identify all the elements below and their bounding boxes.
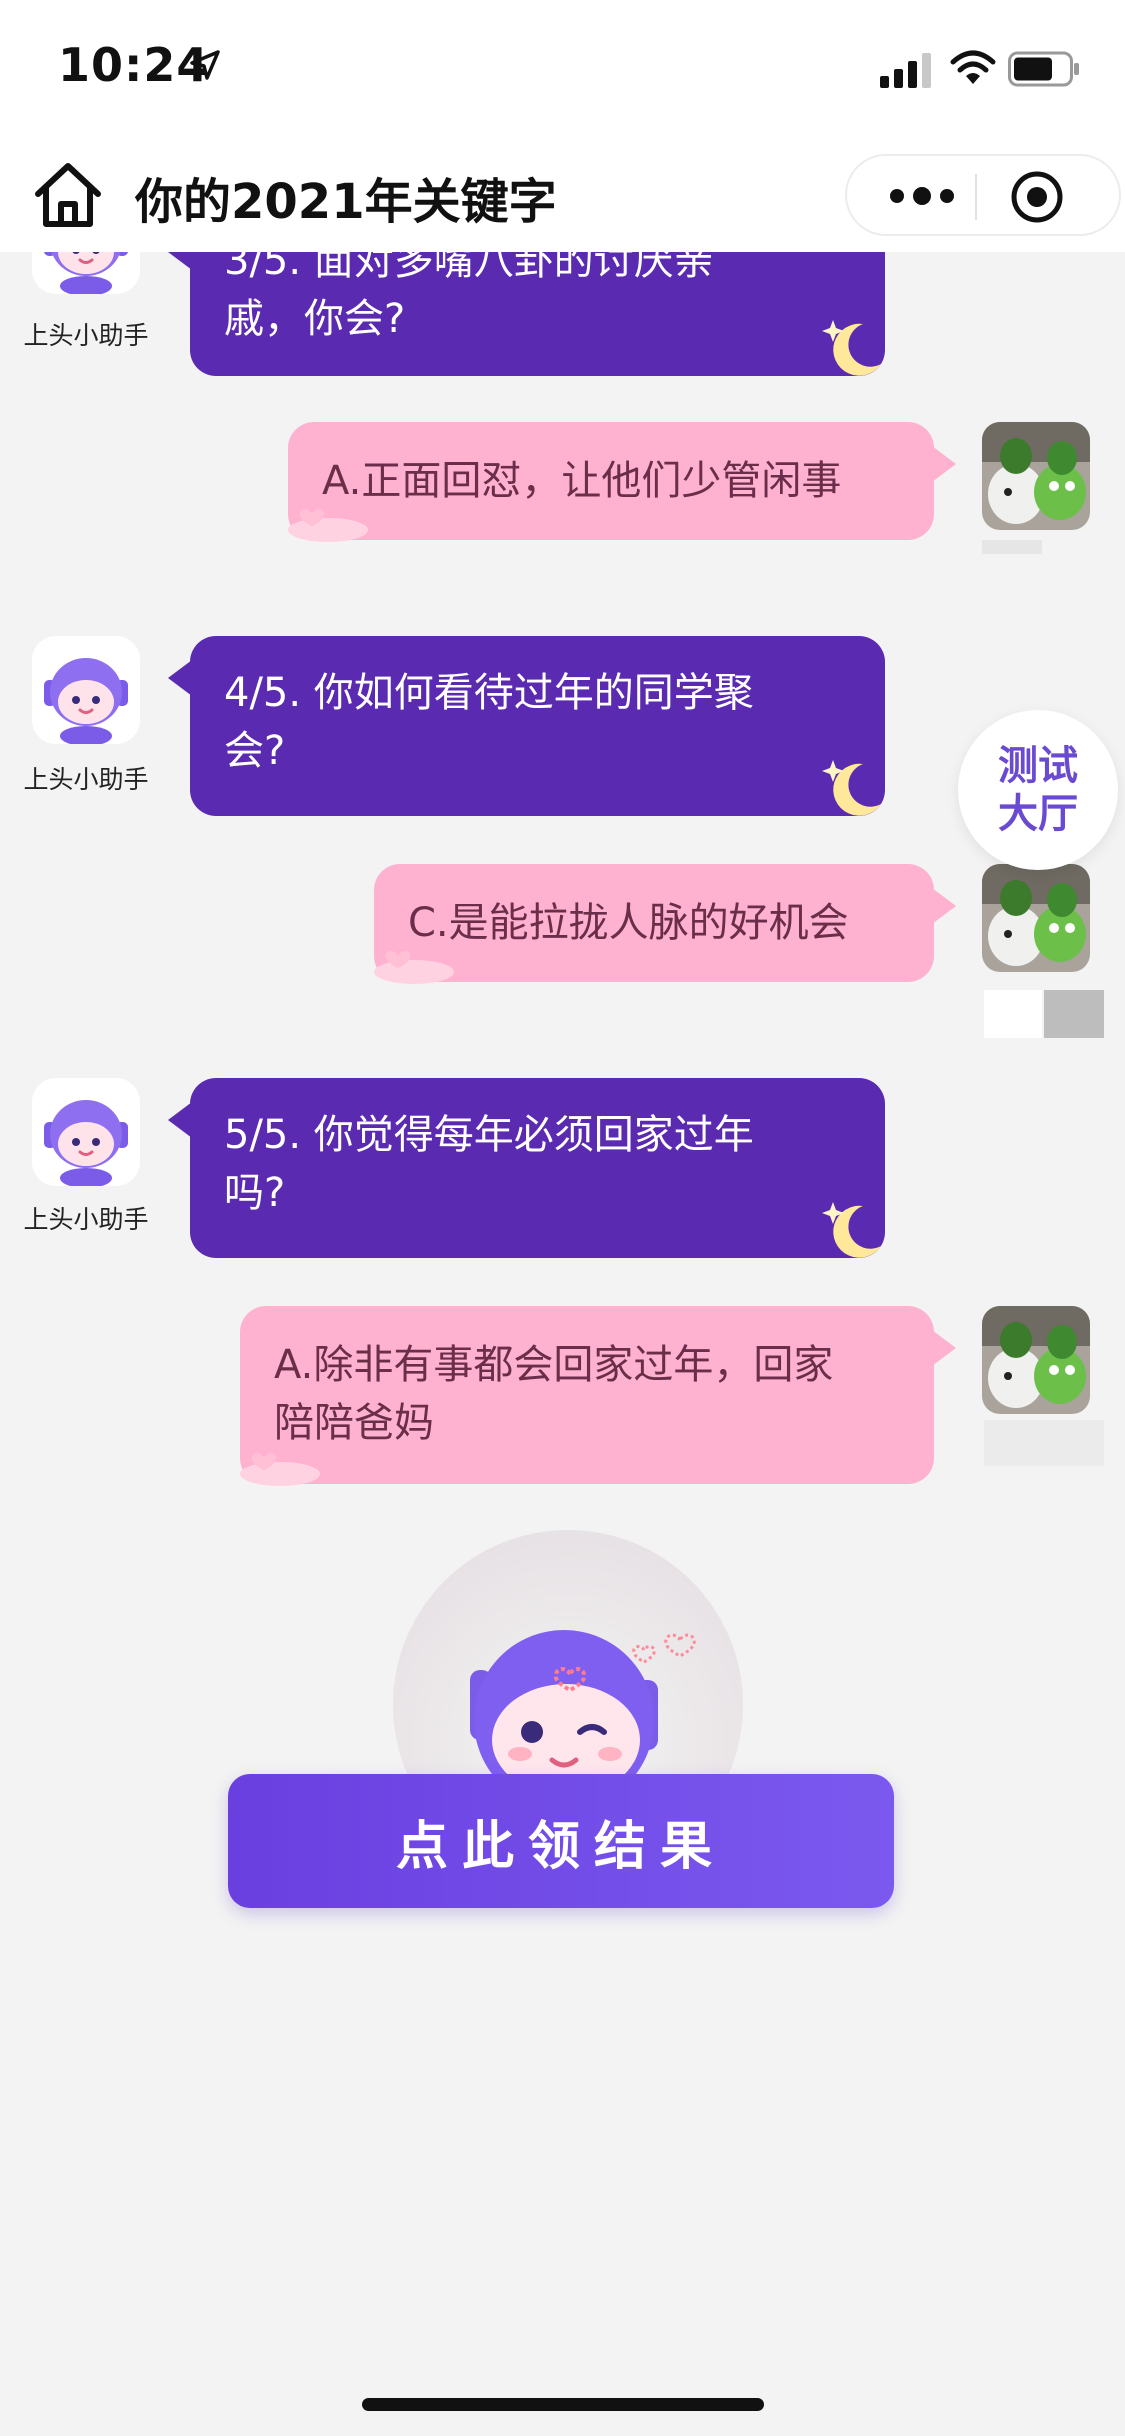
message-line: 3/5. 面对多嘴八卦的讨厌亲 <box>224 252 714 284</box>
avatar-placeholder <box>984 1420 1104 1466</box>
message-line: 4/5. 你如何看待过年的同学聚 <box>224 670 754 716</box>
get-result-button[interactable]: 点此领结果 <box>228 1774 894 1908</box>
moon-decoration-icon <box>822 1202 881 1258</box>
cactus-photo-icon <box>982 864 1090 972</box>
user-avatar[interactable] <box>982 422 1090 530</box>
cactus-photo-icon <box>982 1306 1090 1414</box>
bubble-tail <box>168 660 192 696</box>
nav-bar: 你的2021年关键字 <box>0 132 1125 252</box>
heart-cloud-decoration-icon <box>288 508 368 542</box>
close-miniprogram-icon[interactable] <box>1010 170 1064 224</box>
heart-cloud-decoration-icon <box>240 1452 320 1486</box>
message-line: A.除非有事都会回家过年，回家 <box>274 1342 834 1388</box>
home-indicator <box>362 2398 764 2411</box>
location-arrow-icon <box>190 50 220 80</box>
cellular-signal-icon <box>880 53 931 88</box>
bot-avatar[interactable] <box>32 1078 140 1186</box>
bot-name: 上头小助手 <box>23 1205 149 1234</box>
bot-name: 上头小助手 <box>23 321 149 350</box>
test-hall-label-line1: 测试 <box>998 743 1078 789</box>
bubble-tail <box>932 888 956 924</box>
heart-cloud-decoration-icon <box>374 950 454 984</box>
page-title: 你的2021年关键字 <box>135 174 557 230</box>
user-reply-bubble: A.除非有事都会回家过年，回家 陪陪爸妈 <box>240 1306 956 1486</box>
bubble-tail <box>168 252 192 270</box>
more-options-icon[interactable] <box>887 180 957 212</box>
message-line: 会? <box>224 728 286 774</box>
status-bar: 10:24 <box>0 0 1125 132</box>
bubble-tail <box>932 1330 956 1366</box>
avatar-placeholder <box>1044 990 1104 1038</box>
robot-avatar-icon <box>44 1100 128 1186</box>
bubble-tail <box>932 446 956 482</box>
bot-message-bubble: 3/5. 面对多嘴八卦的讨厌亲 戚，你会? <box>168 252 885 376</box>
bubble-tail <box>168 1102 192 1138</box>
avatar-placeholder <box>984 990 1042 1038</box>
user-reply-bubble: A.正面回怼，让他们少管闲事 <box>288 422 956 542</box>
message-line: 戚，你会? <box>224 296 406 342</box>
user-avatar[interactable] <box>982 864 1090 972</box>
capsule-divider <box>975 174 977 220</box>
user-reply-bubble: C.是能拉拢人脉的好机会 <box>374 864 956 984</box>
moon-decoration-icon <box>822 760 881 816</box>
bot-avatar[interactable] <box>32 636 140 744</box>
test-hall-button[interactable]: 测试 大厅 <box>958 710 1118 870</box>
cactus-photo-icon <box>982 422 1090 530</box>
chat-area[interactable]: 上头小助手 3/5. 面对多嘴八卦的讨厌亲 戚，你会? A.正面回怼，让他们少管… <box>0 252 1125 1652</box>
home-icon[interactable] <box>32 160 104 230</box>
message-line: 吗? <box>224 1170 286 1216</box>
bot-avatar[interactable] <box>32 252 140 294</box>
moon-decoration-icon <box>822 320 881 376</box>
robot-avatar-icon <box>44 658 128 744</box>
mini-program-capsule <box>845 154 1121 236</box>
status-time: 10:24 <box>58 38 210 92</box>
message-line: 5/5. 你觉得每年必须回家过年 <box>224 1112 754 1158</box>
message-line: A.正面回怼，让他们少管闲事 <box>322 458 842 504</box>
bot-message-bubble: 4/5. 你如何看待过年的同学聚 会? <box>168 636 885 816</box>
wifi-icon <box>950 50 996 84</box>
avatar-placeholder <box>982 540 1042 554</box>
user-avatar[interactable] <box>982 1306 1090 1414</box>
bot-message-bubble: 5/5. 你觉得每年必须回家过年 吗? <box>168 1078 885 1258</box>
message-line: 陪陪爸妈 <box>274 1400 434 1446</box>
battery-icon <box>1008 51 1079 87</box>
bot-name: 上头小助手 <box>23 765 149 794</box>
robot-mascot-icon <box>470 1630 696 1790</box>
robot-avatar-icon <box>44 252 128 294</box>
test-hall-label-line2: 大厅 <box>998 791 1078 837</box>
